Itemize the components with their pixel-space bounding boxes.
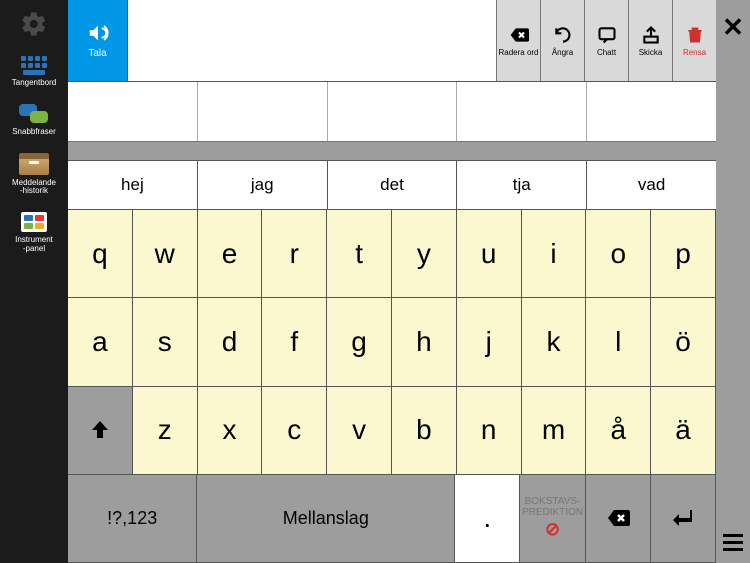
prediction[interactable]: tja (457, 161, 587, 209)
prediction[interactable]: jag (198, 161, 328, 209)
undo-icon (553, 25, 573, 45)
right-strip: ✕ (716, 0, 750, 563)
nav-keyboard[interactable]: Tangentbord (0, 48, 68, 96)
backspace-key[interactable] (586, 475, 651, 563)
key-s[interactable]: s (133, 298, 198, 386)
key-å[interactable]: å (586, 387, 651, 475)
key-i[interactable]: i (522, 210, 587, 298)
prohibited-icon: ⊘ (545, 520, 560, 540)
key-ä[interactable]: ä (651, 387, 716, 475)
prediction[interactable]: hej (68, 161, 198, 209)
phrase-slots (68, 82, 716, 142)
onscreen-keyboard: q w e r t y u i o p a s d f g h j k l (68, 210, 716, 563)
space-key[interactable]: Mellanslag (197, 475, 455, 563)
action-label: Ångra (552, 48, 573, 57)
message-actions: Radera ord Ångra Chatt Skicka Rensa (496, 0, 716, 81)
key-w[interactable]: w (133, 210, 198, 298)
key-u[interactable]: u (457, 210, 522, 298)
phrase-slot[interactable] (587, 82, 716, 141)
prediction[interactable]: det (328, 161, 458, 209)
nav-dashboard[interactable]: Instrument -panel (0, 204, 68, 262)
key-p[interactable]: p (651, 210, 716, 298)
action-label: Rensa (683, 48, 706, 57)
nav-label: Instrument -panel (15, 236, 53, 254)
key-x[interactable]: x (198, 387, 263, 475)
trash-icon (685, 25, 705, 45)
phrase-slot[interactable] (68, 82, 198, 141)
backspace-word-icon (509, 25, 529, 45)
nav-label: Tangentbord (12, 79, 56, 88)
disabled-label: BOKSTAVS- PREDIKTION (522, 496, 583, 518)
undo-button[interactable]: Ångra (540, 0, 584, 81)
return-icon (671, 506, 695, 530)
key-l[interactable]: l (586, 298, 651, 386)
chat-bubbles-icon (19, 104, 49, 124)
share-icon (641, 25, 661, 45)
action-label: Skicka (639, 48, 663, 57)
nav-quickphrases[interactable]: Snabbfraser (0, 96, 68, 145)
key-e[interactable]: e (198, 210, 263, 298)
shift-key[interactable] (68, 387, 133, 475)
key-g[interactable]: g (327, 298, 392, 386)
send-button[interactable]: Skicka (628, 0, 672, 81)
menu-button[interactable] (723, 534, 743, 551)
key-r[interactable]: r (262, 210, 327, 298)
speaker-icon (87, 22, 109, 44)
key-ö[interactable]: ö (651, 298, 716, 386)
nav-history[interactable]: Meddelande -historik (0, 145, 68, 205)
chat-icon (597, 25, 617, 45)
phrase-slot[interactable] (328, 82, 458, 141)
phrase-slot[interactable] (457, 82, 587, 141)
word-predictions: hej jag det tja vad (68, 160, 716, 210)
shift-arrow-icon (88, 418, 112, 442)
speak-label: Tala (88, 48, 106, 59)
key-d[interactable]: d (198, 298, 263, 386)
nav-label: Meddelande -historik (12, 179, 56, 197)
archive-box-icon (19, 153, 49, 175)
divider (68, 142, 716, 160)
period-key[interactable]: . (455, 475, 520, 563)
key-t[interactable]: t (327, 210, 392, 298)
speak-button[interactable]: Tala (68, 0, 128, 81)
action-label: Chatt (597, 48, 616, 57)
backspace-icon (606, 506, 630, 530)
action-label: Radera ord (498, 48, 538, 57)
symbols-key[interactable]: !?,123 (68, 475, 197, 563)
gear-icon[interactable] (20, 10, 48, 38)
message-bar: Tala Radera ord Ångra Chatt Skic (68, 0, 716, 82)
key-f[interactable]: f (262, 298, 327, 386)
key-n[interactable]: n (457, 387, 522, 475)
message-text-area[interactable] (128, 0, 496, 81)
close-button[interactable]: ✕ (722, 12, 744, 43)
main-panel: Tala Radera ord Ångra Chatt Skic (68, 0, 716, 563)
keyboard-icon (19, 56, 49, 75)
dashboard-grid-icon (21, 212, 47, 232)
key-y[interactable]: y (392, 210, 457, 298)
key-a[interactable]: a (68, 298, 133, 386)
key-k[interactable]: k (522, 298, 587, 386)
key-q[interactable]: q (68, 210, 133, 298)
phrase-slot[interactable] (198, 82, 328, 141)
left-nav: Tangentbord Snabbfraser Meddelande -hist… (0, 0, 68, 563)
delete-word-button[interactable]: Radera ord (496, 0, 540, 81)
prediction[interactable]: vad (587, 161, 716, 209)
key-z[interactable]: z (133, 387, 198, 475)
key-h[interactable]: h (392, 298, 457, 386)
enter-key[interactable] (651, 475, 716, 563)
key-v[interactable]: v (327, 387, 392, 475)
key-m[interactable]: m (522, 387, 587, 475)
key-b[interactable]: b (392, 387, 457, 475)
chat-button[interactable]: Chatt (584, 0, 628, 81)
nav-label: Snabbfraser (12, 128, 56, 137)
clear-button[interactable]: Rensa (672, 0, 716, 81)
key-o[interactable]: o (586, 210, 651, 298)
letter-prediction-disabled: BOKSTAVS- PREDIKTION ⊘ (520, 475, 585, 563)
key-j[interactable]: j (457, 298, 522, 386)
key-c[interactable]: c (262, 387, 327, 475)
